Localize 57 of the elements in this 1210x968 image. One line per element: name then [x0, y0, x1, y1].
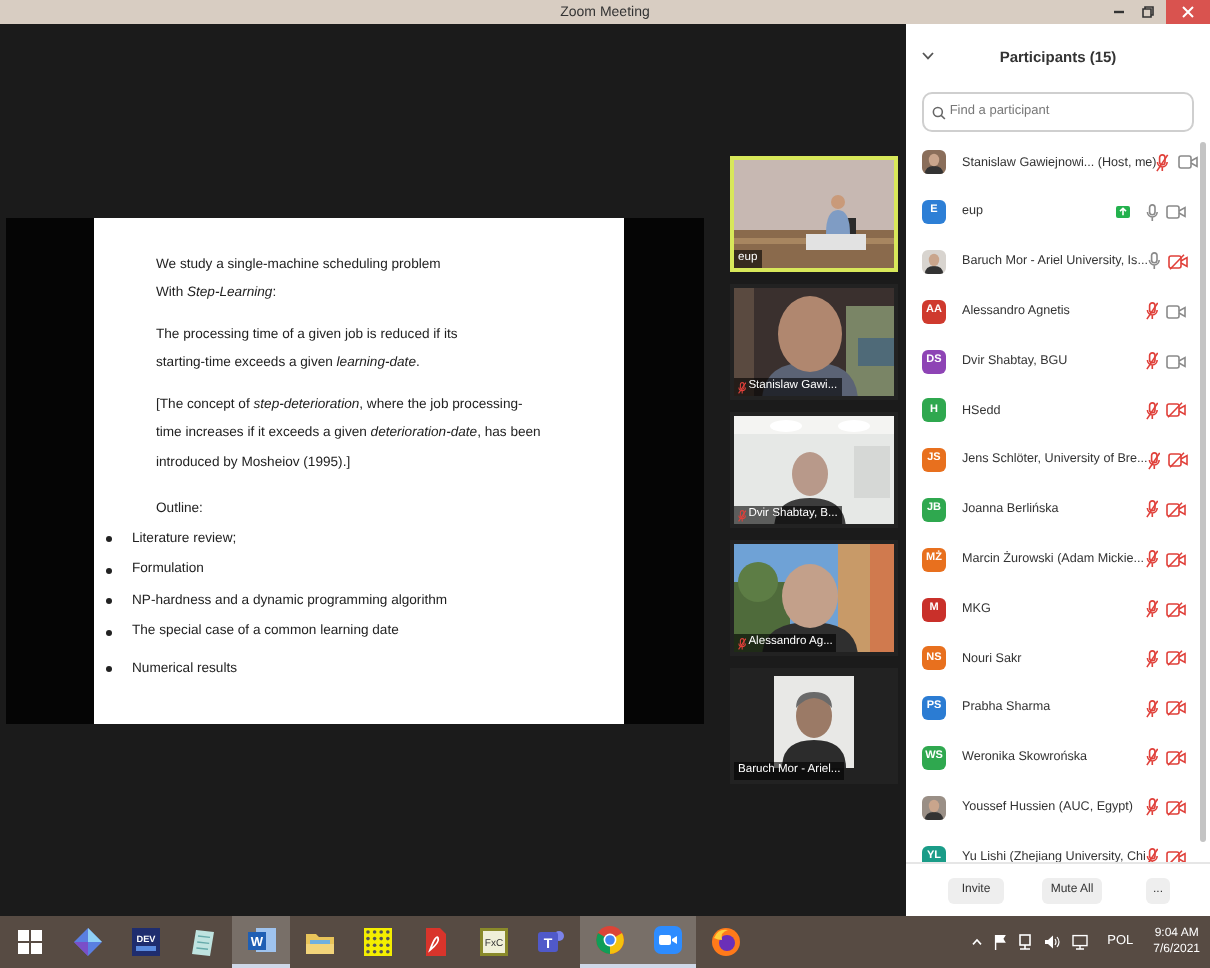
muted-microphone-icon[interactable]: [1145, 848, 1159, 862]
video-off-icon[interactable]: [1166, 650, 1186, 667]
muted-microphone-icon[interactable]: [1145, 600, 1158, 619]
video-camera-icon: [651, 924, 683, 956]
video-off-icon[interactable]: [1166, 749, 1186, 766]
video-camera-icon[interactable]: [1177, 154, 1198, 171]
video-off-icon[interactable]: [1166, 700, 1186, 717]
video-camera-icon[interactable]: [1166, 303, 1186, 320]
restore-icon[interactable]: [1142, 6, 1154, 18]
muted-microphone-icon[interactable]: [1145, 649, 1158, 668]
muted-microphone-icon[interactable]: [1145, 550, 1158, 569]
muted-microphone-icon[interactable]: [1145, 500, 1158, 519]
search-icon: [932, 105, 946, 119]
notepad-icon: [187, 926, 219, 958]
windows-logo-icon: [13, 926, 45, 958]
muted-microphone-icon[interactable]: [1145, 699, 1158, 718]
microphone-icon[interactable]: [1145, 203, 1158, 222]
video-off-icon[interactable]: [1166, 849, 1187, 862]
video-off-icon[interactable]: [1166, 551, 1186, 568]
close-button[interactable]: [1166, 0, 1210, 24]
microphone-icon[interactable]: [1147, 252, 1161, 271]
network-icon[interactable]: [1017, 934, 1032, 950]
muted-microphone-icon[interactable]: [738, 381, 747, 393]
flag-icon[interactable]: [993, 934, 1006, 950]
video-off-icon[interactable]: [1166, 501, 1186, 518]
volume-icon[interactable]: [1043, 934, 1060, 950]
muted-microphone-icon[interactable]: [1145, 748, 1158, 767]
bullet-icon: [106, 567, 112, 574]
video-off-icon[interactable]: [1168, 452, 1189, 469]
video-camera-icon[interactable]: [1166, 204, 1186, 221]
diamond-icon: [71, 926, 103, 958]
muted-microphone-icon[interactable]: [1156, 153, 1170, 172]
minimize-icon[interactable]: [1114, 10, 1124, 14]
muted-microphone-icon[interactable]: [1147, 451, 1161, 470]
close-icon: [1182, 6, 1194, 18]
video-off-icon[interactable]: [1166, 799, 1186, 816]
video-camera-icon[interactable]: [1166, 353, 1186, 370]
video-off-icon[interactable]: [1166, 601, 1186, 618]
bullet-icon: [106, 666, 112, 673]
muted-microphone-icon[interactable]: [1145, 352, 1158, 371]
video-off-icon[interactable]: [1166, 402, 1186, 419]
browser-icon: [593, 924, 625, 956]
grid-icon: [361, 926, 393, 958]
bullet-icon: [106, 598, 112, 605]
muted-microphone-icon[interactable]: [738, 637, 747, 649]
chevron-up-icon[interactable]: [971, 938, 982, 946]
scrollbar[interactable]: [1200, 142, 1206, 842]
bullet-icon: [106, 536, 112, 543]
muted-microphone-icon[interactable]: [1145, 401, 1158, 420]
browser-icon: [709, 926, 741, 958]
taskbar-button[interactable]: [638, 916, 696, 968]
muted-microphone-icon[interactable]: [1145, 798, 1158, 817]
monitor-icon[interactable]: [1071, 934, 1088, 950]
muted-microphone-icon[interactable]: [1145, 302, 1158, 321]
bullet-icon: [106, 629, 112, 636]
video-off-icon[interactable]: [1168, 253, 1189, 270]
chevron-down-icon[interactable]: [922, 52, 934, 60]
